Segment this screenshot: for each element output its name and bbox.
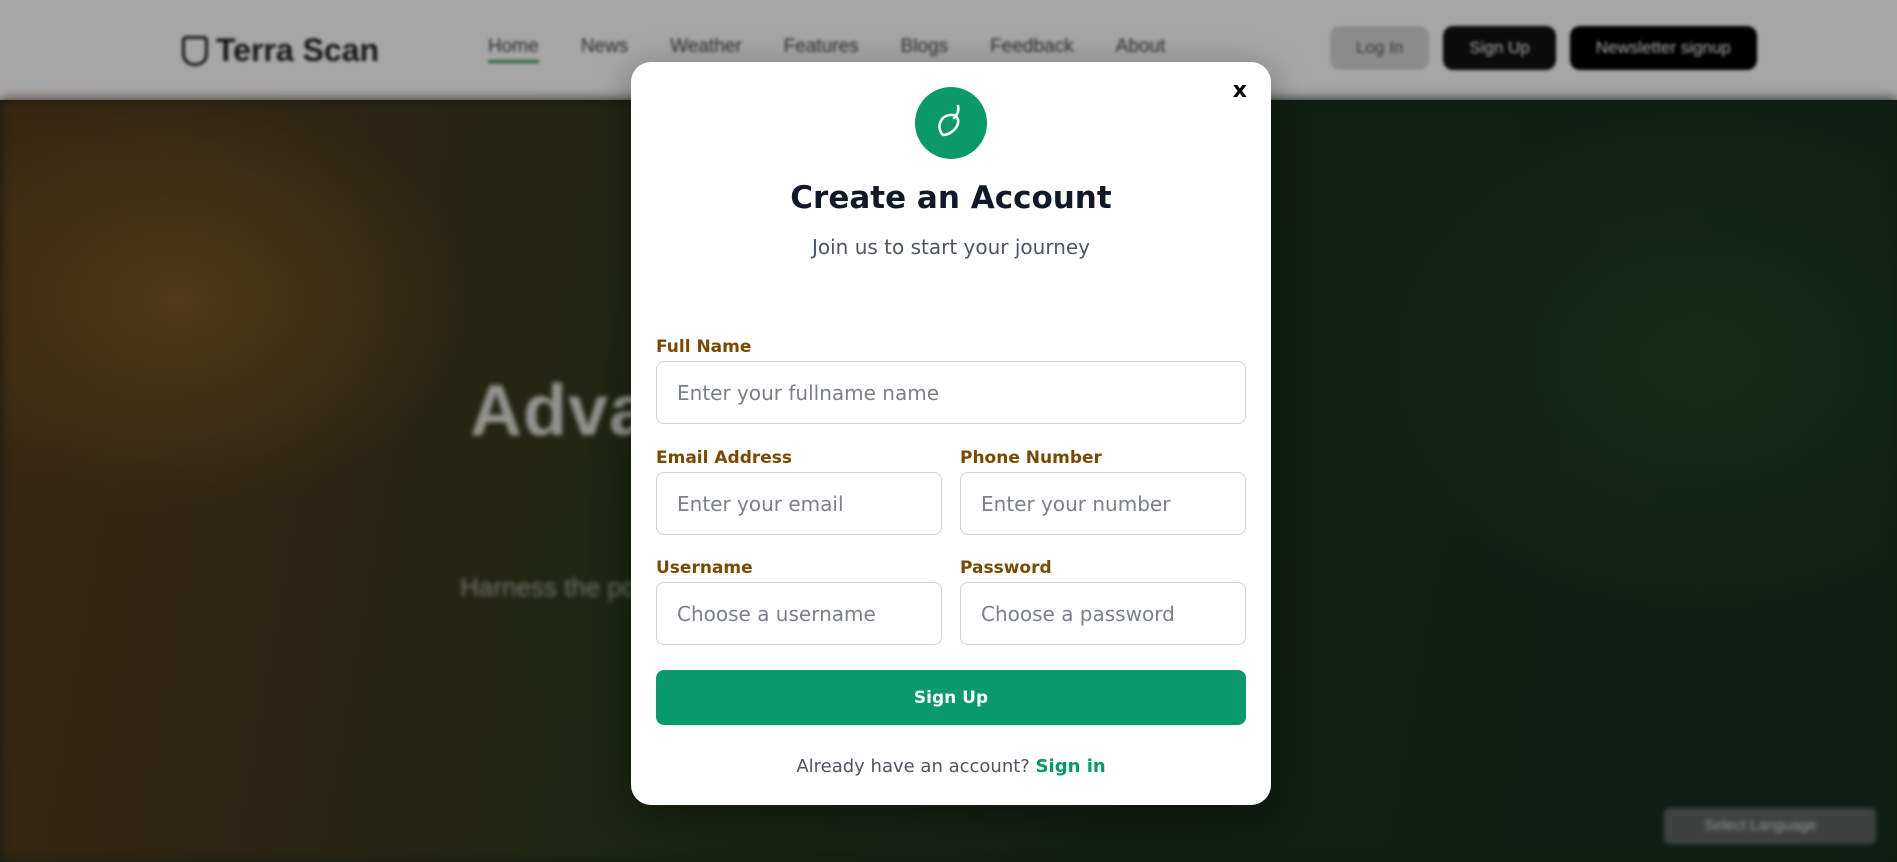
email-input[interactable]: [656, 472, 942, 535]
full-name-label: Full Name: [656, 337, 752, 357]
username-label: Username: [656, 558, 753, 578]
sign-in-link[interactable]: Sign in: [1036, 756, 1106, 777]
signin-prompt: Already have an account? Sign in: [631, 756, 1271, 777]
close-button[interactable]: x: [1233, 80, 1247, 102]
modal-subtitle: Join us to start your journey: [811, 235, 1091, 259]
signin-prompt-text: Already have an account?: [796, 756, 1030, 777]
signup-modal: x Create an Account Join us to start you…: [631, 62, 1271, 805]
leaf-glyph: [938, 104, 960, 137]
password-input[interactable]: [960, 582, 1246, 645]
password-label: Password: [960, 558, 1052, 578]
phone-input[interactable]: [960, 472, 1246, 535]
modal-title: Create an Account: [790, 180, 1112, 216]
phone-label: Phone Number: [960, 448, 1102, 468]
email-label: Email Address: [656, 448, 793, 468]
sign-up-button[interactable]: Sign Up: [656, 670, 1246, 725]
username-input[interactable]: [656, 582, 942, 645]
full-name-input[interactable]: [656, 361, 1246, 424]
leaf-icon: [915, 87, 987, 159]
